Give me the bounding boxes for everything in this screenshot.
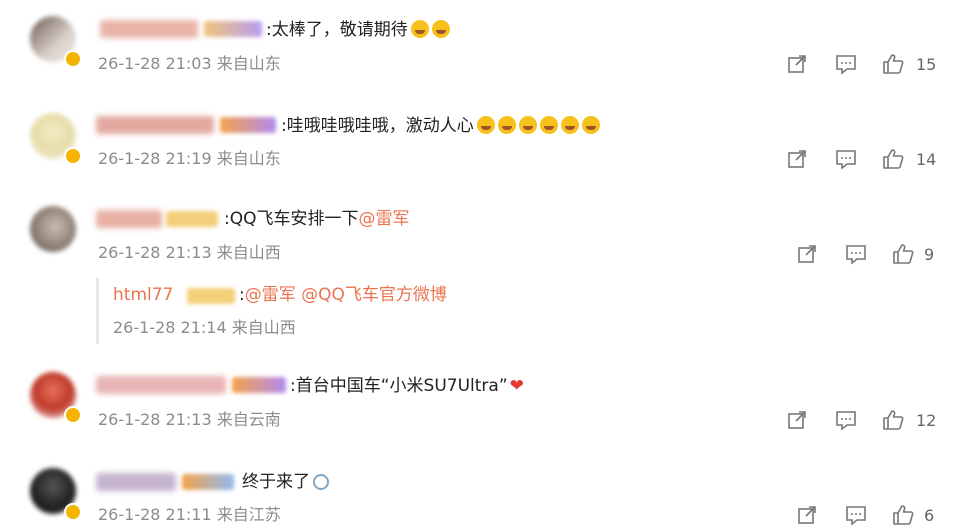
mention-link[interactable]: @雷军 [359, 209, 410, 229]
comment-location: 来自云南 [216, 410, 281, 429]
thumbs-up-icon[interactable] [892, 243, 914, 265]
comment-item: :QQ飞车安排一下@雷军 26-1-28 21:13 来自山西 9 html77… [0, 190, 960, 360]
emoji-icon [539, 116, 558, 134]
comment-time: 26-1-28 21:11 [98, 505, 212, 524]
comment-actions: 14 [786, 148, 946, 172]
clock-icon [313, 474, 329, 490]
comment-location: 来自江苏 [216, 505, 281, 524]
emoji-icon [518, 116, 537, 134]
verified-badge [64, 503, 82, 521]
verified-badge [64, 406, 82, 424]
share-icon[interactable] [796, 243, 818, 265]
comment-text: 终于来了 [242, 471, 329, 493]
comment-location: 来自山西 [216, 243, 281, 262]
emoji-icon [431, 20, 450, 38]
comment-icon[interactable] [845, 504, 867, 526]
comment-time: 26-1-28 21:13 [98, 243, 212, 262]
mention-link[interactable]: @雷军 [245, 285, 296, 305]
user-level-badge [166, 211, 218, 227]
share-icon[interactable] [786, 148, 808, 170]
reply-time: 26-1-28 21:14 [113, 318, 227, 337]
emoji-icon [476, 116, 495, 134]
reply-meta: 26-1-28 21:14 来自山西 [113, 318, 296, 338]
comment-meta: 26-1-28 21:13 来自云南 [98, 410, 281, 430]
avatar[interactable] [30, 206, 76, 252]
heart-icon: ❤ [509, 376, 524, 396]
emoji-icon [581, 116, 600, 134]
comment-time: 26-1-28 21:19 [98, 149, 212, 168]
comment-time: 26-1-28 21:13 [98, 410, 212, 429]
username[interactable] [96, 116, 214, 134]
comment-actions: 9 [796, 243, 946, 267]
comment-meta: 26-1-28 21:03 来自山东 [98, 54, 281, 74]
username[interactable] [96, 376, 226, 394]
comment-item: :首台中国车“小米SU7Ultra” ❤ 26-1-28 21:13 来自云南 1… [0, 360, 960, 455]
reply-text: :@雷军 @QQ飞车官方微博 [239, 285, 447, 305]
emoji-icon [497, 116, 516, 134]
comment-text: :首台中国车“小米SU7Ultra” ❤ [290, 376, 524, 396]
emoji-icon [560, 116, 579, 134]
comment-location: 来自山东 [216, 54, 281, 73]
comment-text: :哇哦哇哦哇哦，激动人心 [281, 115, 600, 137]
comment-location: 来自山东 [216, 149, 281, 168]
comment-actions: 15 [786, 53, 946, 77]
share-icon[interactable] [786, 53, 808, 75]
reply-location: 来自山西 [231, 318, 296, 337]
verified-badge [64, 147, 82, 165]
comment-icon[interactable] [835, 148, 857, 170]
username[interactable] [96, 210, 162, 228]
comment-meta: 26-1-28 21:11 来自江苏 [98, 505, 281, 525]
comment-icon[interactable] [835, 53, 857, 75]
comment-actions: 12 [786, 409, 946, 433]
thumbs-up-icon[interactable] [882, 53, 904, 75]
username[interactable] [100, 20, 198, 38]
thumbs-up-icon[interactable] [882, 409, 904, 431]
emoji-icon [410, 20, 429, 38]
like-count: 9 [924, 245, 935, 264]
thumbs-up-icon[interactable] [882, 148, 904, 170]
like-count: 12 [916, 411, 937, 430]
user-level-badge [220, 117, 276, 133]
thumbs-up-icon[interactable] [892, 504, 914, 526]
user-level-badge [182, 474, 234, 490]
comment-item: 终于来了 26-1-28 21:11 来自江苏 6 [0, 455, 960, 528]
username[interactable] [96, 473, 176, 491]
comment-item: :哇哦哇哦哇哦，激动人心 26-1-28 21:19 来自山东 14 [0, 95, 960, 190]
share-icon[interactable] [796, 504, 818, 526]
comment-meta: 26-1-28 21:13 来自山西 [98, 243, 281, 263]
like-count: 15 [916, 55, 937, 74]
like-count: 14 [916, 150, 937, 169]
comment-item: :太棒了，敬请期待 26-1-28 21:03 来自山东 15 [0, 0, 960, 95]
mention-link[interactable]: @QQ飞车官方微博 [301, 285, 447, 305]
reply-block: html77 :@雷军 @QQ飞车官方微博 26-1-28 21:14 来自山西 [96, 278, 699, 344]
comment-icon[interactable] [845, 243, 867, 265]
comment-text: :QQ飞车安排一下@雷军 [224, 209, 410, 229]
comment-text: :太棒了，敬请期待 [266, 19, 450, 41]
comment-time: 26-1-28 21:03 [98, 54, 212, 73]
user-level-badge [187, 288, 235, 304]
like-count: 6 [924, 506, 935, 525]
comment-actions: 6 [796, 504, 946, 528]
comment-meta: 26-1-28 21:19 来自山东 [98, 149, 281, 169]
share-icon[interactable] [786, 409, 808, 431]
verified-badge [64, 50, 82, 68]
reply-username[interactable]: html77 [113, 284, 173, 306]
user-level-badge [204, 21, 262, 37]
user-level-badge [232, 377, 286, 393]
comment-icon[interactable] [835, 409, 857, 431]
